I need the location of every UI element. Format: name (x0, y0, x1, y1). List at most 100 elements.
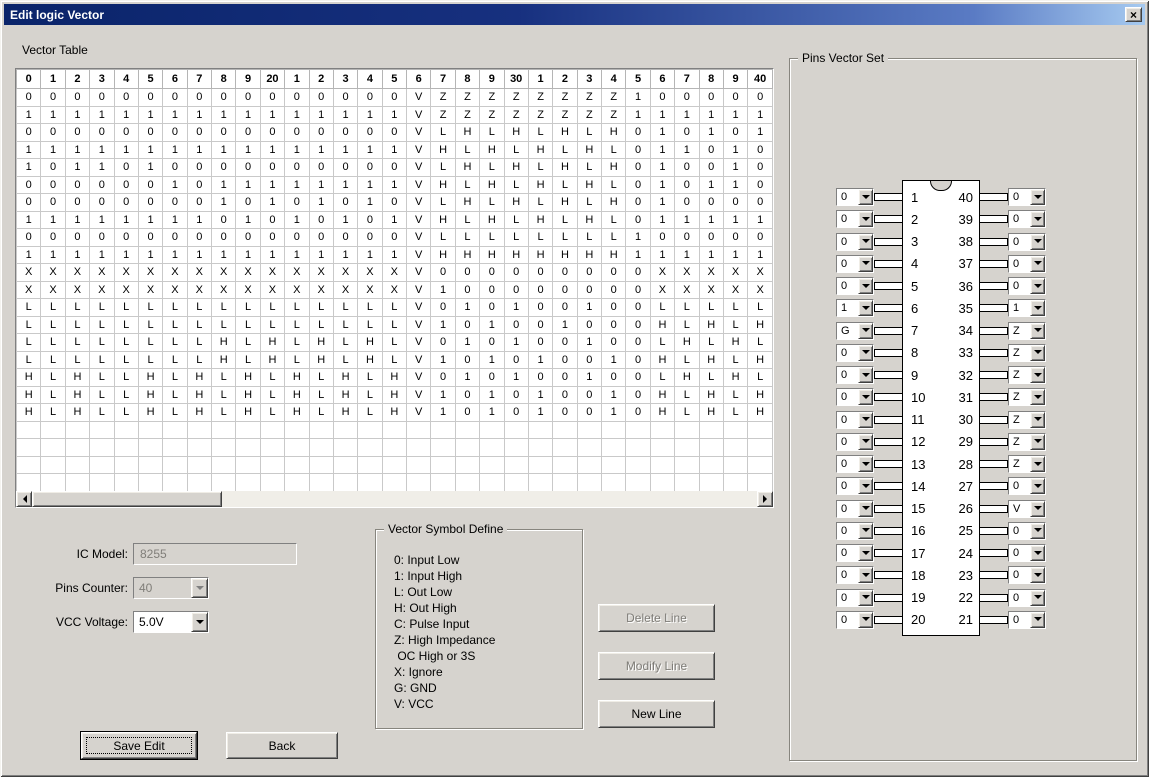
vector-cell[interactable]: 0 (41, 176, 65, 194)
vector-cell[interactable]: 1 (236, 106, 260, 124)
vector-cell[interactable]: 0 (236, 124, 260, 142)
vector-cell[interactable]: H (236, 369, 260, 387)
vector-cell[interactable]: 0 (528, 264, 552, 282)
pin-value-select-right[interactable]: Z (1008, 388, 1046, 406)
vector-cell[interactable]: L (723, 386, 747, 404)
vector-cell[interactable]: L (504, 211, 528, 229)
vector-cell[interactable]: L (90, 316, 114, 334)
vector-cell[interactable]: 1 (163, 176, 187, 194)
vector-cell[interactable]: H (138, 386, 162, 404)
vector-cell[interactable]: V (407, 264, 431, 282)
vector-cell[interactable]: 1 (382, 176, 406, 194)
vector-cell[interactable]: 1 (358, 194, 382, 212)
vector-cell[interactable]: 1 (17, 246, 41, 264)
vector-cell[interactable]: 0 (114, 124, 138, 142)
vector-cell[interactable]: L (382, 316, 406, 334)
vector-cell[interactable]: 1 (675, 246, 699, 264)
vector-cell[interactable] (382, 439, 406, 457)
vector-cell[interactable]: H (650, 316, 674, 334)
vector-cell[interactable]: L (114, 404, 138, 422)
vector-cell[interactable]: 1 (723, 176, 747, 194)
vector-cell[interactable]: 1 (333, 106, 357, 124)
vector-cell[interactable] (382, 474, 406, 492)
vector-cell[interactable]: 0 (212, 124, 236, 142)
vector-cell[interactable]: 0 (17, 194, 41, 212)
pin-value-select-right[interactable]: 0 (1008, 566, 1046, 584)
vector-cell[interactable] (431, 439, 455, 457)
pin-value-select-right[interactable]: 0 (1008, 522, 1046, 540)
vector-cell[interactable] (212, 439, 236, 457)
vector-cell[interactable]: Z (455, 89, 479, 107)
vector-cell[interactable]: L (431, 159, 455, 177)
vector-cell[interactable]: L (114, 316, 138, 334)
vector-cell[interactable]: 0 (602, 316, 626, 334)
vector-cell[interactable]: 0 (504, 404, 528, 422)
vector-cell[interactable]: X (138, 281, 162, 299)
vector-cell[interactable]: 1 (431, 281, 455, 299)
vector-cell[interactable]: V (407, 89, 431, 107)
vector-cell[interactable] (138, 439, 162, 457)
vector-cell[interactable]: 1 (577, 334, 601, 352)
dropdown-arrow-button[interactable] (1030, 523, 1045, 539)
vector-cell[interactable]: 1 (650, 124, 674, 142)
vector-cell[interactable]: 1 (333, 246, 357, 264)
vector-cell[interactable]: H (553, 124, 577, 142)
vector-cell[interactable] (358, 439, 382, 457)
vector-cell[interactable] (163, 439, 187, 457)
vector-cell[interactable]: H (504, 124, 528, 142)
vector-cell[interactable] (187, 421, 211, 439)
vector-cell[interactable]: 0 (212, 159, 236, 177)
vector-cell[interactable]: Z (528, 89, 552, 107)
vector-cell[interactable]: H (602, 194, 626, 212)
vector-cell[interactable]: 0 (236, 229, 260, 247)
vector-cell[interactable] (455, 439, 479, 457)
vector-cell[interactable]: 0 (577, 316, 601, 334)
scrollbar-track[interactable] (32, 491, 757, 507)
dropdown-arrow-button[interactable] (858, 523, 873, 539)
pin-value-select-left[interactable]: 0 (836, 233, 874, 251)
vector-cell[interactable]: 0 (138, 194, 162, 212)
vector-cell[interactable]: Z (528, 106, 552, 124)
vector-cell[interactable] (309, 474, 333, 492)
vector-cell[interactable] (236, 456, 260, 474)
vector-cell[interactable] (41, 474, 65, 492)
vector-cell[interactable]: 0 (90, 176, 114, 194)
vector-cell[interactable]: 1 (577, 299, 601, 317)
vector-cell[interactable]: L (309, 369, 333, 387)
vector-cell[interactable] (455, 474, 479, 492)
vector-cell[interactable]: L (748, 299, 773, 317)
vector-cell[interactable]: L (260, 386, 284, 404)
vector-cell[interactable]: 0 (163, 194, 187, 212)
vector-cell[interactable]: H (65, 404, 89, 422)
vector-cell[interactable]: 0 (382, 89, 406, 107)
vector-cell[interactable]: 0 (553, 369, 577, 387)
pin-value-select-right[interactable]: 0 (1008, 188, 1046, 206)
vector-cell[interactable]: H (17, 404, 41, 422)
vector-cell[interactable] (382, 421, 406, 439)
pin-value-select-right[interactable]: 0 (1008, 233, 1046, 251)
vector-cell[interactable] (333, 439, 357, 457)
vector-cell[interactable]: 0 (187, 176, 211, 194)
vector-cell[interactable]: H (382, 369, 406, 387)
vector-cell[interactable]: 1 (187, 141, 211, 159)
vector-cell[interactable]: H (553, 246, 577, 264)
vector-cell[interactable]: 0 (504, 386, 528, 404)
vector-cell[interactable]: H (748, 351, 773, 369)
vector-cell[interactable] (90, 421, 114, 439)
vector-cell[interactable]: 1 (333, 211, 357, 229)
vector-cell[interactable] (602, 421, 626, 439)
vector-cell[interactable]: L (236, 334, 260, 352)
vector-cell[interactable]: 0 (577, 281, 601, 299)
vector-cell[interactable] (138, 456, 162, 474)
vector-cell[interactable] (407, 456, 431, 474)
vector-cell[interactable]: X (17, 264, 41, 282)
vector-cell[interactable]: 0 (333, 89, 357, 107)
vector-cell[interactable]: 0 (553, 264, 577, 282)
vector-cell[interactable]: 0 (626, 316, 650, 334)
vector-cell[interactable]: V (407, 299, 431, 317)
vector-cell[interactable]: 0 (236, 89, 260, 107)
vector-cell[interactable] (163, 456, 187, 474)
vector-cell[interactable]: L (602, 176, 626, 194)
vector-cell[interactable]: 1 (236, 246, 260, 264)
vector-cell[interactable]: 1 (602, 386, 626, 404)
